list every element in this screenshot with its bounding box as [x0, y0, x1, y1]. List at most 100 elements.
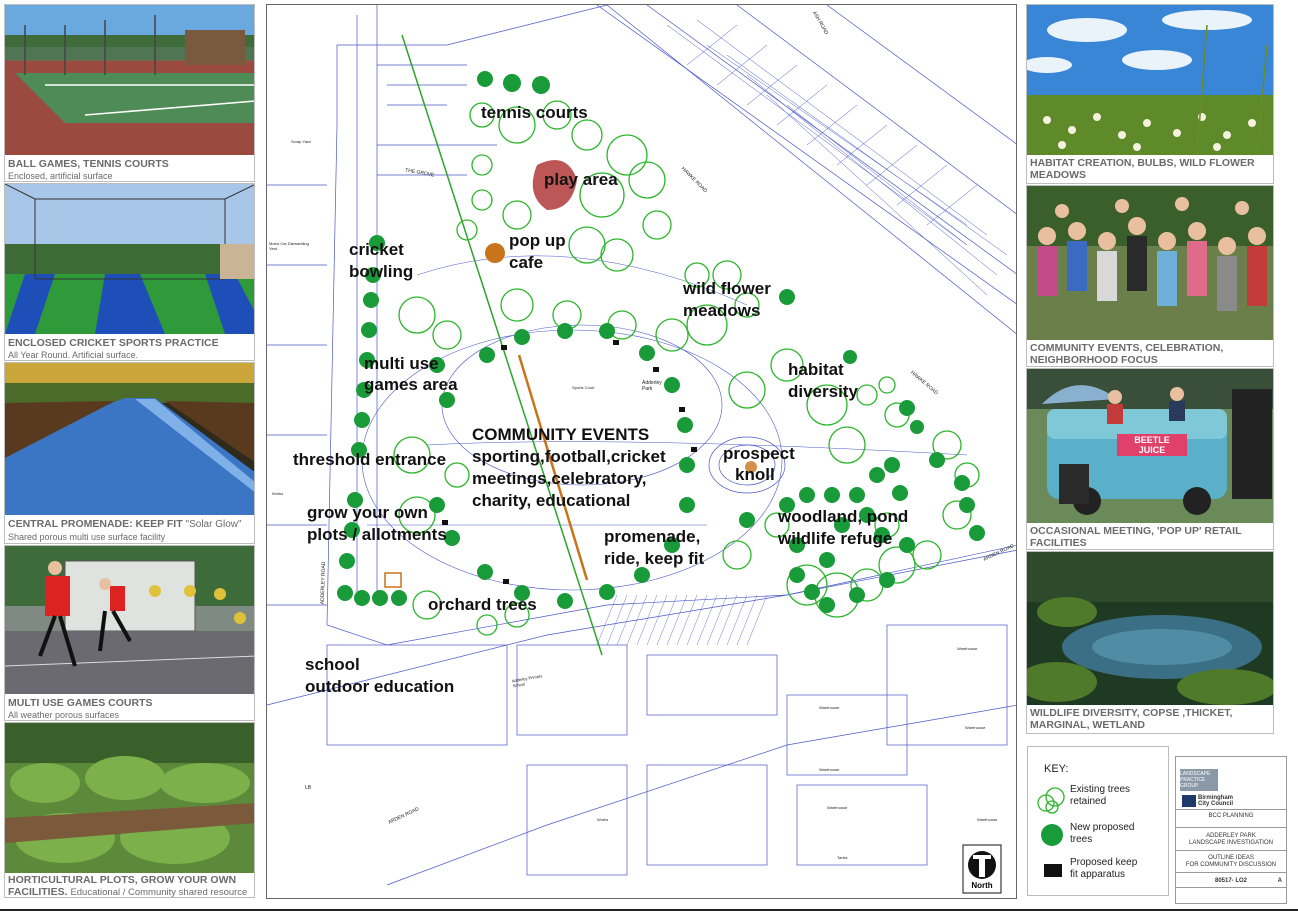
label-outdoor: outdoor education — [305, 677, 455, 696]
tb-title2: FOR COMMUNITY DISCUSSION — [1185, 862, 1277, 868]
tb-divider-2 — [1176, 827, 1286, 828]
label-bowling: bowling — [349, 262, 414, 281]
existing-trees-icon — [1037, 787, 1065, 814]
label-orchard: orchard trees — [428, 595, 537, 614]
cafe-marker — [485, 243, 505, 263]
label-cafe: cafe — [509, 253, 544, 272]
tb-org1: LANDSCAPE PRACTICE GROUP — [1180, 771, 1211, 789]
label-popup: pop up — [509, 231, 566, 250]
panel-title-2: NEIGHBORHOOD FOCUS — [1030, 354, 1158, 366]
panel-title: OCCASIONAL MEETING, 'POP UP' RETAIL — [1030, 525, 1242, 537]
panel-title: WILDLIFE DIVERSITY, COPSE ,THICKET, — [1030, 707, 1233, 719]
small-label-sportscourt: Sports Court — [572, 385, 595, 390]
bottom-rule — [0, 909, 1298, 911]
title-block: LANDSCAPE PRACTICE GROUP Birmingham City… — [1175, 756, 1287, 904]
van-text-2: JUICE — [1139, 445, 1166, 455]
small-label-motor: Motor Car Dismantling Yard — [269, 241, 309, 251]
tb-project1: ADDERLEY PARK — [1206, 833, 1256, 839]
panel-title-extra: "Solar Glow" — [185, 519, 242, 530]
panel-cricket: ENCLOSED CRICKET SPORTS PRACTICE All Year… — [4, 183, 255, 361]
label-multiuse: multi use — [364, 354, 439, 373]
label-school: school — [305, 655, 360, 674]
panel-popup: BEETLE JUICE OCCASIONAL MEETING, 'POP UP… — [1026, 368, 1274, 550]
crowd-photo — [1027, 186, 1273, 340]
panel-title: ENCLOSED CRICKET SPORTS PRACTICE — [8, 337, 219, 349]
small-label-warehouse-5: Warehouse — [827, 805, 848, 810]
panel-community: COMMUNITY EVENTS, CELEBRATION, NEIGHBORHO… — [1026, 185, 1274, 367]
panel-title: MULTI USE GAMES COURTS — [8, 697, 153, 709]
key-title: KEY: — [1044, 763, 1069, 775]
small-label-tanks: Tanks — [837, 855, 848, 860]
north-label: North — [971, 881, 992, 890]
small-label-works-2: Works — [272, 491, 284, 496]
label-threshold: threshold entrance — [293, 450, 447, 469]
panel-subtitle: All weather porous surfaces — [8, 710, 120, 720]
allotment-photo — [5, 723, 254, 873]
label-grow: grow your own — [307, 503, 428, 522]
label-tennis: tennis courts — [481, 103, 588, 122]
label-gamesarea: games area — [364, 375, 458, 394]
site-plan-map: North tennis courts play area cricket bo… — [266, 4, 1017, 899]
panel-title-2: MARGINAL, WETLAND — [1030, 719, 1145, 731]
cricket-nets-photo — [5, 184, 254, 334]
panel-title: BALL GAMES, TENNIS COURTS — [8, 158, 169, 170]
tb-divider-1 — [1176, 809, 1286, 810]
key-existing-line1: Existing trees — [1070, 784, 1131, 795]
small-label-warehouse-3: Warehouse — [965, 725, 986, 730]
label-meadows: meadows — [683, 301, 761, 320]
panel-title: HORTICULTURAL PLOTS, GROW YOUR OWN — [8, 874, 237, 886]
panel-title: CENTRAL PROMENADE: KEEP FIT — [8, 518, 183, 530]
label-events-3: charity, educational — [472, 491, 631, 510]
key-existing-line2: retained — [1070, 796, 1107, 807]
panel-promenade: CENTRAL PROMENADE: KEEP FIT "Solar Glow"… — [4, 362, 255, 544]
label-prospect: prospect — [723, 444, 795, 463]
label-events-2: meetings,celebratory, — [472, 469, 647, 488]
panel-tennis: BALL GAMES, TENNIS COURTS Enclosed, artif… — [4, 4, 255, 182]
tb-drawing-no: 80517- LO2 — [1214, 878, 1248, 884]
key-new-line2: trees — [1070, 834, 1093, 845]
label-refuge: wildlife refuge — [778, 529, 893, 548]
tb-project2: LANDSCAPE INVESTIGATION — [1189, 840, 1273, 846]
meadow-photo — [1027, 5, 1273, 155]
panel-title: HABITAT CREATION, BULBS, WILD FLOWER — [1030, 157, 1255, 169]
label-knoll: knoll — [735, 465, 775, 484]
tb-title1: OUTLINE IDEAS — [1208, 855, 1254, 861]
label-habitat: habitat — [788, 360, 844, 379]
tb-logo-bcc — [1182, 795, 1196, 807]
key-fit-line1: Proposed keep — [1070, 857, 1138, 868]
label-community-events: COMMUNITY EVENTS — [472, 425, 650, 444]
panel-title-2: FACILITIES. — [8, 886, 68, 898]
tb-divider-4 — [1176, 872, 1286, 873]
games-court-photo — [5, 546, 254, 694]
key-new-line1: New proposed — [1070, 822, 1135, 833]
panel-title: COMMUNITY EVENTS, CELEBRATION, — [1030, 342, 1224, 354]
panel-subtitle: Shared porous multi use surface facility — [8, 532, 166, 542]
small-label-lb: LB — [305, 785, 312, 791]
label-cricket: cricket — [349, 240, 404, 259]
small-label-warehouse-1: Warehouse — [957, 646, 978, 651]
panel-subtitle: All Year Round. Artificial surface. — [8, 350, 139, 360]
label-woodland: woodland, pond — [778, 507, 909, 526]
label-play: play area — [544, 170, 618, 189]
key-fit-line2: fit apparatus — [1070, 869, 1126, 880]
label-events-1: sporting,football,cricket — [472, 447, 666, 466]
panel-subtitle: Educational / Community shared resource — [70, 887, 248, 898]
tb-org2: Birmingham City Council — [1198, 795, 1234, 807]
panel-meadow: HABITAT CREATION, BULBS, WILD FLOWER MEAD… — [1026, 4, 1274, 184]
pond-photo — [1027, 552, 1273, 705]
label-promenade: promenade, — [604, 527, 701, 546]
small-label-warehouse-6: Warehouse — [977, 817, 998, 822]
glow-path-photo — [5, 363, 254, 515]
tb-dept: BCC PLANNING — [1208, 813, 1254, 819]
panel-games: MULTI USE GAMES COURTS All weather porous… — [4, 545, 255, 721]
tb-revision: A — [1277, 878, 1282, 884]
panel-subtitle: Enclosed, artificial surface — [8, 171, 113, 181]
panel-title-2: FACILITIES — [1030, 537, 1087, 549]
juice-van-photo: BEETLE JUICE — [1027, 369, 1273, 523]
small-label-warehouse-4: Warehouse — [819, 767, 840, 772]
panel-wildlife: WILDLIFE DIVERSITY, COPSE ,THICKET, MARGI… — [1026, 551, 1274, 734]
label-ride: ride, keep fit — [604, 549, 705, 568]
new-tree-icon — [1041, 824, 1063, 846]
small-label-park: Adderley Park — [642, 380, 662, 392]
tb-divider-3 — [1176, 850, 1286, 851]
